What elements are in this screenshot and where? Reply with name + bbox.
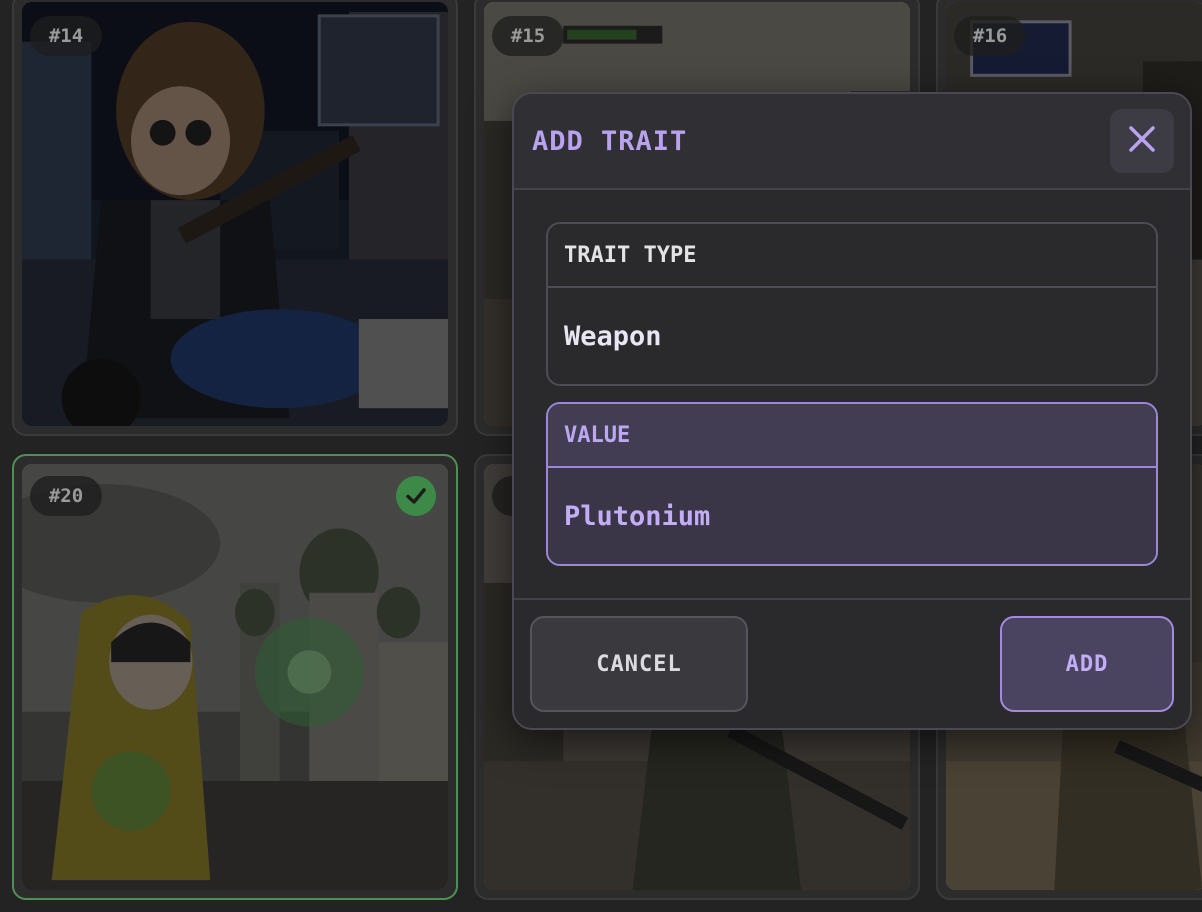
- value-label: VALUE: [548, 404, 1156, 468]
- trait-type-label: TRAIT TYPE: [548, 224, 1156, 288]
- value-field[interactable]: VALUE Plutonium: [546, 402, 1158, 566]
- trait-type-input[interactable]: Weapon: [548, 288, 1156, 384]
- card-number-badge: #20: [30, 476, 102, 516]
- card-number-badge: #15: [492, 16, 564, 56]
- image-card[interactable]: #14: [12, 0, 458, 436]
- dialog-footer: CANCEL ADD: [514, 598, 1190, 728]
- close-button[interactable]: [1110, 109, 1174, 173]
- cancel-button[interactable]: CANCEL: [530, 616, 748, 712]
- card-image: [22, 2, 448, 426]
- dialog-body: TRAIT TYPE Weapon VALUE Plutonium: [514, 190, 1190, 566]
- trait-type-field[interactable]: TRAIT TYPE Weapon: [546, 222, 1158, 386]
- close-icon: [1127, 124, 1157, 158]
- add-trait-dialog: ADD TRAIT TRAIT TYPE Weapon VALUE Pluton…: [512, 92, 1192, 730]
- add-button[interactable]: ADD: [1000, 616, 1174, 712]
- check-icon: [396, 476, 436, 516]
- card-number-badge: #16: [954, 16, 1026, 56]
- card-number-badge: #14: [30, 16, 102, 56]
- card-image: [22, 464, 448, 890]
- dialog-header: ADD TRAIT: [514, 94, 1190, 190]
- image-card-selected[interactable]: #20: [12, 454, 458, 900]
- dialog-title: ADD TRAIT: [532, 125, 688, 157]
- value-input[interactable]: Plutonium: [548, 468, 1156, 564]
